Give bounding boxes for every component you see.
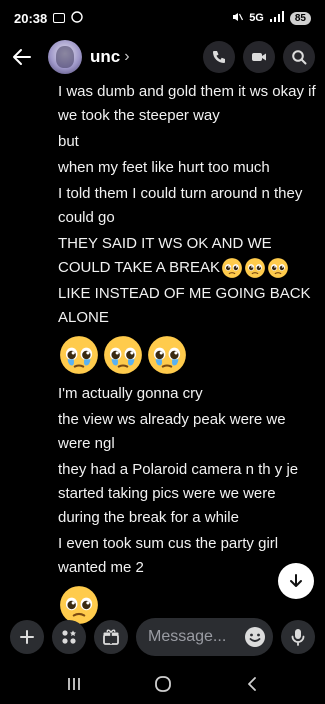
avatar[interactable]: [48, 40, 82, 74]
message[interactable]: when my feet like hurt too much: [58, 156, 318, 180]
screen-record-icon: [53, 13, 66, 23]
plus-icon: [20, 630, 34, 644]
pleading-face-tears-emoji: [60, 336, 98, 374]
pleading-face-emoji: [245, 258, 265, 278]
pleading-face-tears-emoji: [148, 336, 186, 374]
message[interactable]: but: [58, 130, 318, 154]
recent-apps-icon[interactable]: [66, 676, 82, 692]
voice-message-button[interactable]: [281, 620, 315, 654]
jump-to-latest-button[interactable]: [278, 563, 314, 599]
clock: 20:38: [14, 10, 48, 26]
message[interactable]: I told them I could turn around n they c…: [58, 182, 318, 230]
message[interactable]: the view ws already peak were we were ng…: [58, 408, 318, 456]
chat-title: unc: [90, 47, 121, 66]
arrow-left-icon[interactable]: [10, 45, 34, 69]
home-icon[interactable]: [154, 675, 172, 693]
apps-icon: [62, 630, 76, 644]
message[interactable]: I was dumb and gold them it ws okay if w…: [58, 80, 318, 128]
emoji-icon[interactable]: [243, 625, 267, 649]
message-placeholder: Message...: [148, 628, 227, 645]
whatsapp-icon: [71, 10, 83, 26]
chevron-right-icon: ›: [124, 48, 130, 65]
message[interactable]: LIKE INSTEAD OF ME GOING BACK ALONE: [58, 282, 318, 330]
jumbo-emoji-message[interactable]: [58, 334, 318, 376]
call-button[interactable]: [203, 41, 235, 73]
network-type: 5G: [249, 12, 264, 24]
message-input[interactable]: Message...: [136, 618, 273, 656]
signal-icon: [269, 11, 284, 25]
video-call-button[interactable]: [243, 41, 275, 73]
message-list[interactable]: I was dumb and gold them it ws okay if w…: [58, 80, 318, 632]
message[interactable]: I'm actually gonna cry: [58, 382, 318, 406]
video-icon: [252, 53, 266, 61]
gift-button[interactable]: [94, 620, 128, 654]
mic-icon: [291, 629, 305, 646]
apps-button[interactable]: [52, 620, 86, 654]
pleading-face-emoji: [268, 258, 288, 278]
back-nav-icon[interactable]: [245, 676, 259, 692]
status-bar: 20:38 5G 85: [0, 0, 325, 36]
pleading-face-emoji: [222, 258, 242, 278]
gift-icon: [103, 629, 119, 645]
phone-icon: [213, 51, 225, 63]
mute-icon: [231, 11, 244, 26]
chat-title-button[interactable]: unc ›: [90, 47, 130, 67]
pleading-face-tears-emoji: [104, 336, 142, 374]
message[interactable]: THEY SAID IT WS OK AND WE COULD TAKE A B…: [58, 232, 318, 280]
battery-indicator: 85: [289, 11, 311, 25]
chat-header: unc ›: [0, 36, 325, 78]
system-navigation-bar: [0, 664, 325, 704]
search-button[interactable]: [283, 41, 315, 73]
search-icon: [292, 50, 307, 65]
arrow-down-icon: [290, 574, 302, 587]
attach-button[interactable]: [10, 620, 44, 654]
message[interactable]: they had a Polaroid camera n th y je sta…: [58, 458, 318, 530]
message-composer: Message...: [0, 615, 325, 659]
